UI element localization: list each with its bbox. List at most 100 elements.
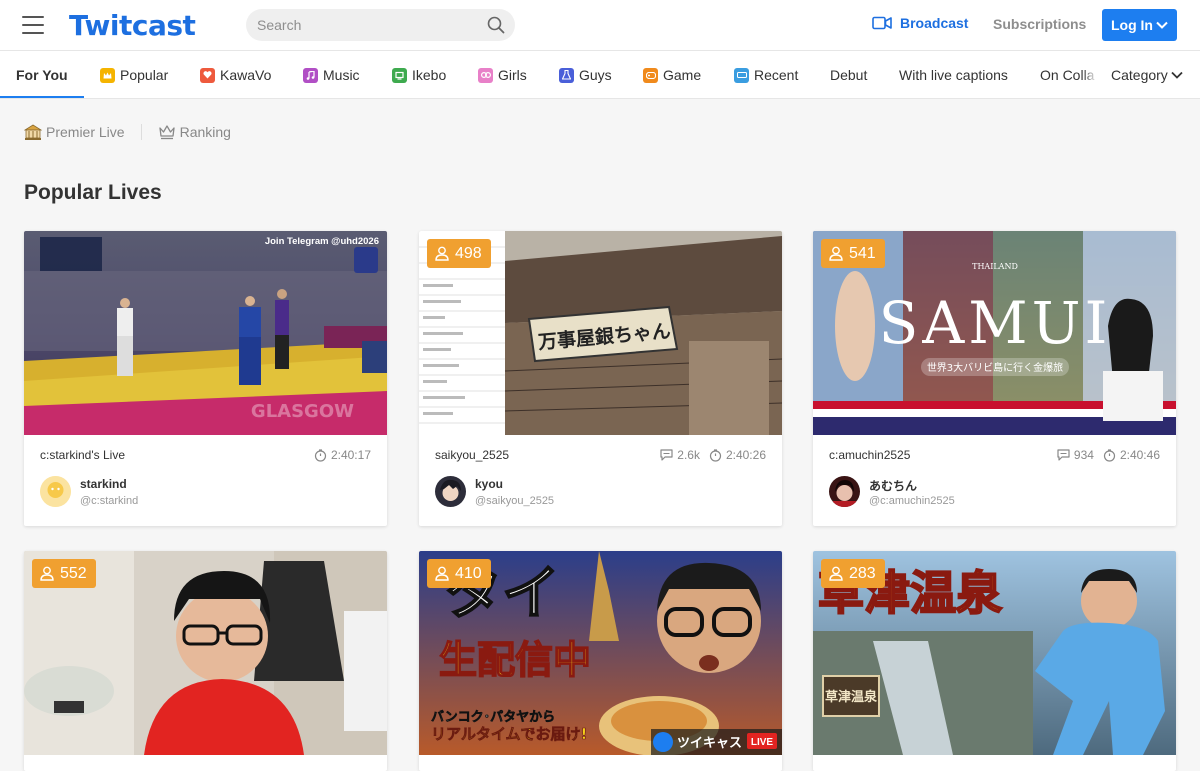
viewer-count-badge: 498 — [427, 239, 491, 268]
viewer-count: 410 — [455, 564, 482, 582]
viewer-count-badge: 283 — [821, 559, 885, 588]
broadcaster-info[interactable]: starkind @c:starkind — [24, 474, 387, 522]
broadcaster-name[interactable]: あむちん — [869, 477, 917, 494]
premier-live-label: Premier Live — [46, 124, 125, 140]
live-thumbnail[interactable]: タイ 生配信中 バンコク･パタヤから リアルタイムでお届け! ツイキャス LIV… — [419, 551, 782, 755]
tab-label: Popular — [120, 67, 169, 83]
divider — [140, 124, 142, 140]
avatar[interactable] — [829, 476, 860, 507]
live-stats: 2:40:17 — [305, 448, 371, 462]
login-button[interactable]: Log In — [1102, 9, 1177, 41]
duration-text: 2:40:17 — [330, 448, 371, 462]
subscriptions-link[interactable]: Subscriptions — [993, 16, 1086, 32]
live-card[interactable]: 万事屋銀ちゃん 498 saikyou_2525 2.6k 2:40:26 ky… — [419, 231, 782, 526]
live-card[interactable]: SAMUI THAILAND 世界3大バリビ島に行く金爆旅 541 c:amuc… — [813, 231, 1176, 526]
category-list: For You Popular KawaVo Music Ikebo Girls… — [0, 51, 1100, 98]
avatar[interactable] — [40, 476, 71, 507]
bangkok-text: バンコク･パタヤから — [431, 710, 555, 725]
video-camera-icon — [872, 16, 892, 30]
search-input[interactable] — [246, 9, 476, 41]
category-dropdown[interactable]: Category — [1100, 51, 1200, 98]
live-card[interactable]: GLASGOW Join Telegram @uhd2026 c:starkin… — [24, 231, 387, 526]
tab-debut[interactable]: Debut — [830, 51, 867, 98]
search-box[interactable] — [246, 9, 515, 41]
person-icon — [829, 566, 843, 581]
popular-icon — [100, 67, 115, 83]
tab-ikebo[interactable]: Ikebo — [392, 51, 447, 98]
realtime-text: リアルタイムでお届け! — [431, 725, 587, 743]
music-icon — [303, 67, 318, 83]
live-title: saikyou_2525 — [435, 448, 510, 462]
telegram-overlay: Join Telegram @uhd2026 — [265, 236, 379, 247]
live-thumbnail[interactable]: 草津温泉 草津温泉 283 — [813, 551, 1176, 755]
tab-game[interactable]: Game — [643, 51, 701, 98]
live-thumbnail[interactable]: 552 — [24, 551, 387, 755]
broadcast-button[interactable]: Broadcast — [872, 15, 968, 31]
site-logo[interactable]: Twitcast — [69, 9, 196, 42]
duration: 2:40:46 — [1103, 448, 1160, 462]
tab-label: Guys — [579, 67, 612, 83]
tab-music[interactable]: Music — [303, 51, 360, 98]
viewer-count: 552 — [60, 564, 87, 582]
person-icon — [435, 566, 449, 581]
samui-subtitle-text: 世界3大バリビ島に行く金爆旅 — [927, 361, 1063, 374]
samui-title-text: SAMUI — [879, 289, 1112, 357]
active-tab-indicator — [0, 96, 84, 98]
section-title: Popular Lives — [24, 181, 162, 204]
tab-recent[interactable]: Recent — [734, 51, 798, 98]
viewer-count: 283 — [849, 564, 876, 582]
menu-icon[interactable] — [22, 16, 44, 34]
live-thumbnail[interactable]: 万事屋銀ちゃん 498 — [419, 231, 782, 435]
broadcaster-id: @saikyou_2525 — [475, 495, 555, 507]
tab-label: KawaVo — [220, 67, 272, 83]
live-thumbnail[interactable]: SAMUI THAILAND 世界3大バリビ島に行く金爆旅 541 — [813, 231, 1176, 435]
tab-label: Music — [323, 67, 360, 83]
live-card[interactable]: 552 — [24, 551, 387, 771]
chevron-down-icon — [1171, 71, 1183, 79]
live-card[interactable]: タイ 生配信中 バンコク･パタヤから リアルタイムでお届け! ツイキャス LIV… — [419, 551, 782, 771]
broadcaster-name[interactable]: starkind — [80, 477, 127, 491]
ikebo-icon — [392, 67, 407, 83]
live-stats: 934 2:40:46 — [1048, 448, 1160, 462]
tab-label: Ikebo — [412, 67, 447, 83]
broadcaster-info[interactable]: あむちん @c:amuchin2525 — [813, 474, 1176, 522]
venue-banner-text: GLASGOW — [251, 401, 354, 422]
tab-kawavo[interactable]: KawaVo — [200, 51, 272, 98]
premier-building-icon — [24, 124, 42, 140]
viewer-count-badge: 552 — [32, 559, 96, 588]
crown-icon — [158, 125, 175, 140]
duration: 2:40:26 — [709, 448, 766, 462]
live-title: c:starkind's Live — [40, 448, 125, 462]
tab-for-you[interactable]: For You — [16, 51, 68, 98]
live-stats: 2.6k 2:40:26 — [651, 448, 766, 462]
tab-on-colla[interactable]: On Colla — [1040, 51, 1095, 98]
live-meta: c:starkind's Live 2:40:17 — [24, 435, 387, 474]
tab-live-captions[interactable]: With live captions — [899, 51, 1008, 98]
tab-guys[interactable]: Guys — [559, 51, 612, 98]
ranking-link[interactable]: Ranking — [158, 124, 231, 140]
top-header: Twitcast Broadcast Subscriptions Log In — [0, 0, 1200, 50]
premier-live-link[interactable]: Premier Live — [24, 123, 125, 141]
person-icon — [40, 566, 54, 581]
recent-icon — [734, 67, 749, 83]
comment-icon — [660, 449, 673, 461]
girls-icon — [478, 67, 493, 83]
live-now-text: 生配信中 — [439, 638, 591, 682]
tab-popular[interactable]: Popular — [100, 51, 169, 98]
tab-label: On Colla — [1040, 67, 1095, 83]
duration-text: 2:40:46 — [1119, 448, 1160, 462]
tab-label: For You — [16, 67, 68, 83]
tab-girls[interactable]: Girls — [478, 51, 527, 98]
ranking-label: Ranking — [179, 124, 231, 140]
person-icon — [435, 246, 449, 261]
live-card[interactable]: 草津温泉 草津温泉 283 — [813, 551, 1176, 771]
search-icon[interactable] — [487, 16, 505, 34]
category-bar: For You Popular KawaVo Music Ikebo Girls… — [0, 50, 1200, 99]
viewer-count: 498 — [455, 244, 482, 262]
timer-icon — [709, 448, 722, 462]
broadcaster-name[interactable]: kyou — [475, 477, 503, 491]
duration-text: 2:40:26 — [725, 448, 766, 462]
live-thumbnail[interactable]: GLASGOW Join Telegram @uhd2026 — [24, 231, 387, 435]
broadcaster-info[interactable]: kyou @saikyou_2525 — [419, 474, 782, 522]
avatar[interactable] — [435, 476, 466, 507]
